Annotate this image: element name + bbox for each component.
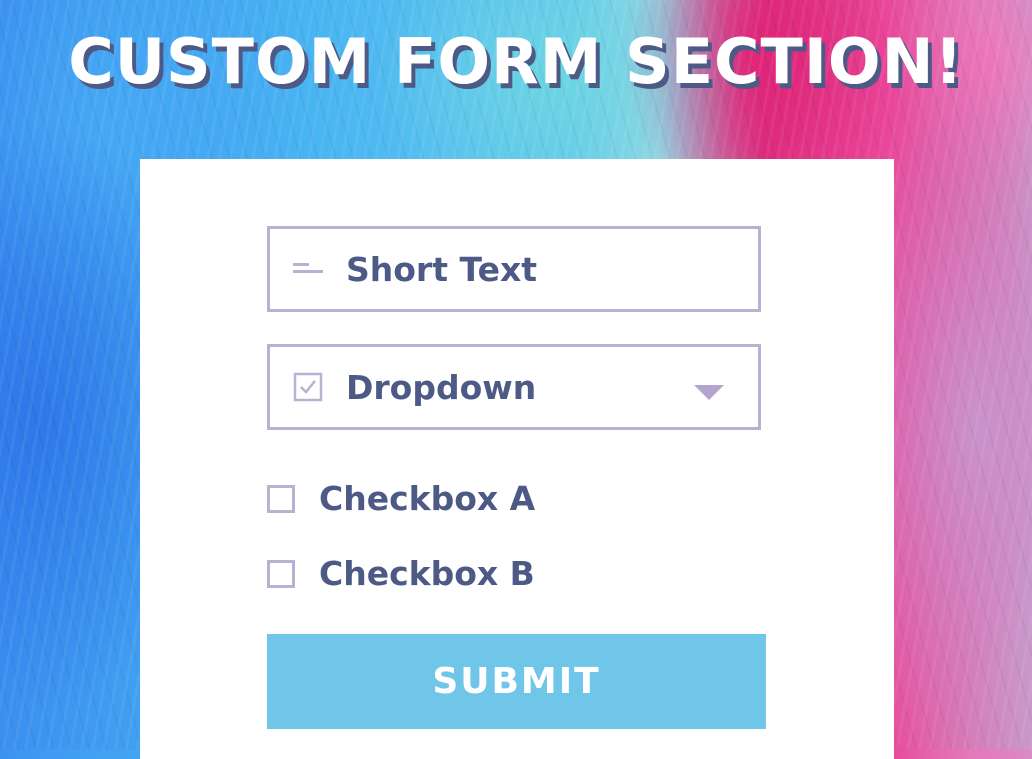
dropdown-field[interactable]: Dropdown — [267, 344, 761, 430]
short-text-label: Short Text — [346, 249, 538, 289]
checkbox-a-box[interactable] — [267, 485, 295, 513]
checkbox-tick-icon — [278, 347, 338, 427]
checkbox-a[interactable]: Checkbox A — [267, 479, 535, 519]
dropdown-label: Dropdown — [346, 367, 537, 407]
chevron-down-icon[interactable] — [694, 385, 724, 400]
page-title: CUSTOM FORM SECTION! — [68, 25, 964, 98]
form-card: Short Text Dropdown Checkbox A Checkbox … — [140, 159, 894, 759]
submit-button[interactable]: SUBMIT — [267, 634, 766, 729]
checkbox-b-box[interactable] — [267, 560, 295, 588]
checkbox-b[interactable]: Checkbox B — [267, 554, 535, 594]
checkbox-b-label: Checkbox B — [319, 554, 535, 593]
short-text-field[interactable]: Short Text — [267, 226, 761, 312]
short-text-icon — [278, 229, 338, 309]
checkbox-a-label: Checkbox A — [319, 479, 536, 518]
